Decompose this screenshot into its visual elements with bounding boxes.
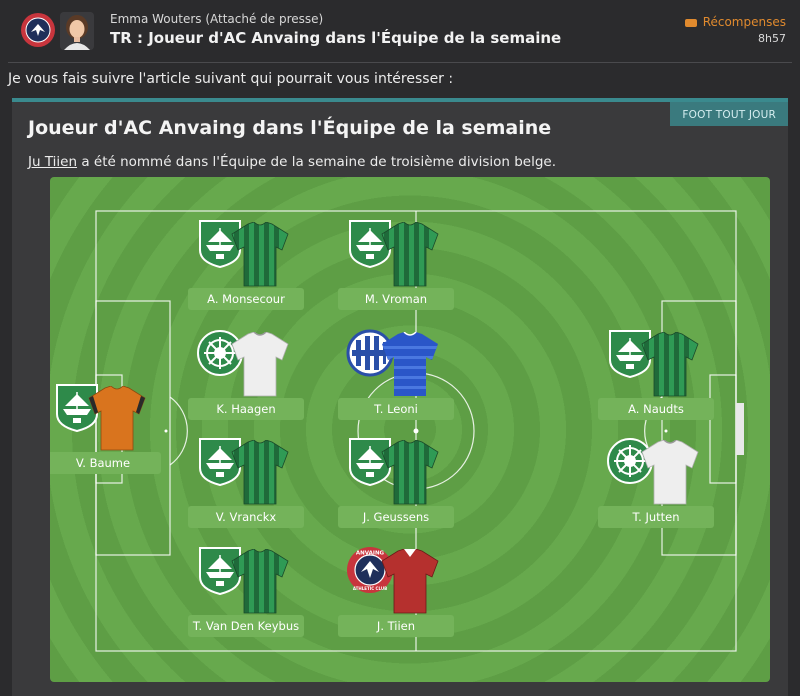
player-name[interactable]: V. Baume [50, 452, 161, 474]
player-card[interactable]: A. Naudts [598, 326, 714, 438]
shirt-icon [230, 549, 290, 615]
shirt-icon [640, 440, 700, 506]
sender-line[interactable]: Emma Wouters (Attaché de presse) [110, 12, 323, 26]
player-card[interactable]: M. Vroman [338, 216, 454, 328]
rewards-link[interactable]: Récompenses [684, 15, 786, 29]
player-name[interactable]: M. Vroman [338, 288, 454, 310]
player-card[interactable]: J. Geussens [338, 434, 454, 546]
player-card[interactable]: T. Jutten [598, 434, 714, 546]
club-badge-icon [21, 13, 55, 47]
player-name[interactable]: K. Haagen [188, 398, 304, 420]
player-card[interactable]: ANVAING ATHLETIC CLUB J. Tiien [338, 543, 454, 655]
formation-pitch: A. Monsecour M. Vroman K. Haagen T. Leon… [50, 177, 770, 682]
player-card[interactable]: K. Haagen [188, 326, 304, 438]
intro-text: Je vous fais suivre l'article suivant qu… [8, 71, 454, 87]
shirt-icon [640, 332, 700, 398]
player-card[interactable]: V. Vranckx [188, 434, 304, 546]
player-name[interactable]: A. Naudts [598, 398, 714, 420]
message-time: 8h57 [758, 32, 786, 45]
rewards-label: Récompenses [702, 15, 786, 29]
shirt-icon [230, 222, 290, 288]
sender-name[interactable]: Emma Wouters [110, 12, 202, 26]
sender-avatar[interactable] [60, 12, 94, 50]
player-card[interactable]: A. Monsecour [188, 216, 304, 328]
message-subject: TR : Joueur d'AC Anvaing dans l'Équipe d… [110, 29, 562, 47]
shirt-icon [380, 332, 440, 398]
player-card[interactable]: V. Baume [50, 380, 161, 492]
sender-role: (Attaché de presse) [205, 12, 324, 26]
tag-icon [684, 18, 697, 27]
article-source-tag: FOOT TOUT JOUR [670, 102, 788, 126]
player-name[interactable]: J. Tiien [338, 615, 454, 637]
player-name[interactable]: T. Jutten [598, 506, 714, 528]
player-name[interactable]: V. Vranckx [188, 506, 304, 528]
shirt-icon [87, 386, 147, 452]
player-name[interactable]: T. Van Den Keybus [188, 615, 304, 637]
shirt-icon [230, 332, 290, 398]
summary-text: a été nommé dans l'Équipe de la semaine … [77, 154, 557, 170]
shirt-icon [380, 440, 440, 506]
shirt-icon [230, 440, 290, 506]
player-link[interactable]: Ju Tiien [28, 154, 77, 170]
header-divider [8, 62, 792, 63]
article-headline: Joueur d'AC Anvaing dans l'Équipe de la … [28, 117, 552, 139]
news-article: FOOT TOUT JOUR Joueur d'AC Anvaing dans … [12, 98, 788, 696]
player-name[interactable]: A. Monsecour [188, 288, 304, 310]
player-name[interactable]: J. Geussens [338, 506, 454, 528]
player-card[interactable]: T. Leoni [338, 326, 454, 438]
player-name[interactable]: T. Leoni [338, 398, 454, 420]
message-header: Emma Wouters (Attaché de presse) TR : Jo… [0, 0, 800, 56]
shirt-icon [380, 222, 440, 288]
player-card[interactable]: T. Van Den Keybus [188, 543, 304, 655]
article-summary: Ju Tiien a été nommé dans l'Équipe de la… [28, 154, 556, 170]
shirt-icon [380, 549, 440, 615]
